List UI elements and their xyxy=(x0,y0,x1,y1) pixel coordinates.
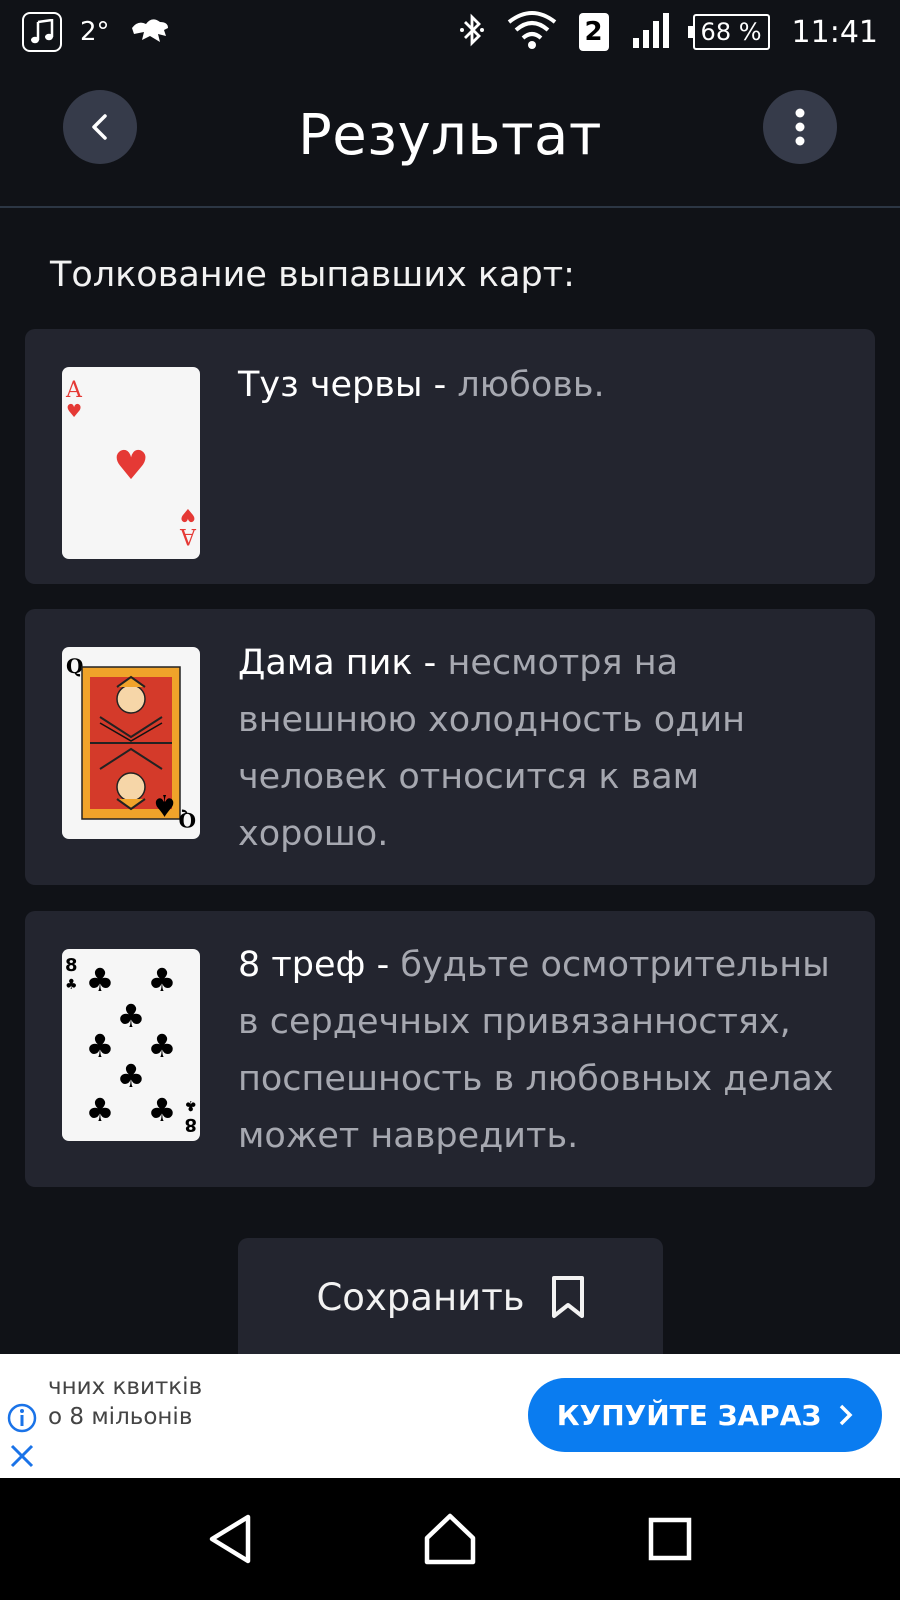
section-title: Толкование выпавших карт: xyxy=(50,255,575,295)
card-rank-top: 8 xyxy=(65,955,78,976)
status-bar: 2° 2 68 % 11:41 xyxy=(0,0,900,64)
ad-text-line: чних квитків xyxy=(48,1374,203,1400)
card-name: Туз червы xyxy=(238,365,423,405)
page-title: Результат xyxy=(298,102,602,168)
sim-badge: 2 xyxy=(578,13,609,51)
card-suit-small: ♣ xyxy=(184,1097,197,1113)
chevron-left-icon xyxy=(92,114,107,140)
card-rank-top: Q xyxy=(66,654,83,678)
card-suit-small: ♣ xyxy=(65,977,78,993)
ad-banner[interactable]: чних квитків о 8 мільонів КУПУЙТЕ ЗАРАЗ xyxy=(0,1354,900,1478)
wifi-icon xyxy=(507,10,557,54)
card-pip: ♣ xyxy=(148,1091,177,1129)
signal-icon xyxy=(631,12,671,52)
save-button-label: Сохранить xyxy=(316,1275,525,1319)
more-vertical-icon xyxy=(795,108,805,146)
card-name: 8 треф xyxy=(238,945,366,985)
card-meaning: любовь. xyxy=(457,365,605,405)
card-description: Туз червы - любовь. xyxy=(238,357,835,414)
card-result-item: 8 ♣ ♣ ♣ ♣ ♣ ♣ ♣ ♣ ♣ 8 ♣ 8 треф - будьте … xyxy=(25,911,875,1187)
info-icon[interactable] xyxy=(6,1402,38,1438)
card-suit-small: ♥ xyxy=(66,401,82,422)
ad-text: чних квитків о 8 мільонів xyxy=(48,1372,202,1432)
card-name: Дама пик xyxy=(238,643,413,683)
ad-cta-button[interactable]: КУПУЙТЕ ЗАРАЗ xyxy=(528,1378,882,1452)
home-icon xyxy=(424,1513,476,1565)
ad-cta-label: КУПУЙТЕ ЗАРАЗ xyxy=(556,1398,822,1432)
card-pip: ♣ xyxy=(86,961,115,999)
bluetooth-icon xyxy=(459,12,485,52)
card-suit-center: ♥ xyxy=(113,443,149,489)
back-triangle-icon xyxy=(209,1514,251,1564)
save-button[interactable]: Сохранить xyxy=(238,1238,663,1356)
card-description: Дама пик - несмотря на внешнюю холодност… xyxy=(238,635,835,863)
card-dash: - xyxy=(412,643,448,683)
bookmark-icon xyxy=(551,1276,584,1318)
queen-of-spades-image: Q ♠ Q ♠ xyxy=(62,647,200,839)
nav-recents-button[interactable] xyxy=(630,1499,710,1579)
card-pip: ♣ xyxy=(86,1027,115,1065)
card-rank-bottom: A xyxy=(179,523,197,548)
weather-icon xyxy=(128,14,172,50)
card-suit-small: ♥ xyxy=(180,504,196,525)
card-pip: ♣ xyxy=(86,1091,115,1129)
card-rank-top: A xyxy=(65,378,83,403)
battery-icon: 68 % xyxy=(687,14,770,50)
card-result-item: A ♥ ♥ A ♥ Туз червы - любовь. xyxy=(25,329,875,584)
app-bar: Результат xyxy=(0,64,900,208)
card-dash: - xyxy=(422,365,458,405)
system-nav-bar xyxy=(0,1478,900,1600)
clock: 11:41 xyxy=(791,14,878,50)
close-icon[interactable] xyxy=(8,1442,36,1474)
card-dash: - xyxy=(365,945,401,985)
card-pip: ♣ xyxy=(117,997,146,1035)
recents-square-icon xyxy=(648,1517,692,1561)
card-suit-small: ♠ xyxy=(151,787,178,822)
card-result-item: Q ♠ Q ♠ Дама пик - несмотря на внешнюю х… xyxy=(25,609,875,885)
card-pip: ♣ xyxy=(148,1027,177,1065)
ad-text-line: о 8 мільонів xyxy=(48,1404,193,1430)
back-button[interactable] xyxy=(63,90,137,164)
nav-home-button[interactable] xyxy=(410,1499,490,1579)
card-rank-bottom: 8 xyxy=(184,1114,197,1135)
card-rank-bottom: Q xyxy=(179,808,196,832)
nav-back-button[interactable] xyxy=(190,1499,270,1579)
card-pip: ♣ xyxy=(117,1057,146,1095)
ace-of-hearts-image: A ♥ ♥ A ♥ xyxy=(62,367,200,559)
card-description: 8 треф - будьте осмотрительны в сердечны… xyxy=(238,937,835,1165)
music-icon xyxy=(22,12,62,52)
card-pip: ♣ xyxy=(148,961,177,999)
eight-of-clubs-image: 8 ♣ ♣ ♣ ♣ ♣ ♣ ♣ ♣ ♣ 8 ♣ xyxy=(62,949,200,1141)
chevron-right-icon xyxy=(840,1404,853,1426)
temperature-text: 2° xyxy=(80,17,110,47)
more-options-button[interactable] xyxy=(763,90,837,164)
